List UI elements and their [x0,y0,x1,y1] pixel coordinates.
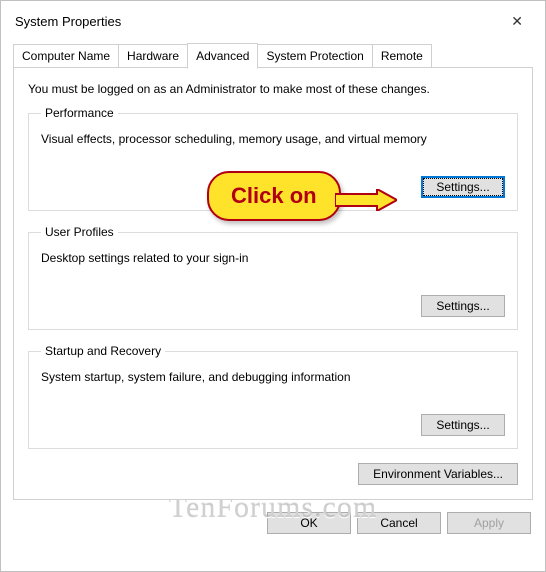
apply-button[interactable]: Apply [447,512,531,534]
group-user-profiles: User Profiles Desktop settings related t… [28,225,518,330]
environment-variables-button[interactable]: Environment Variables... [358,463,518,485]
startup-recovery-settings-button[interactable]: Settings... [421,414,505,436]
user-profiles-settings-button[interactable]: Settings... [421,295,505,317]
annotation-callout: Click on [207,171,341,221]
group-performance-legend: Performance [41,106,118,120]
group-startup-recovery-legend: Startup and Recovery [41,344,165,358]
tab-remote[interactable]: Remote [372,44,432,68]
tab-hardware[interactable]: Hardware [118,44,188,68]
tab-computer-name[interactable]: Computer Name [13,44,119,68]
tab-strip: Computer Name Hardware Advanced System P… [13,42,533,68]
tab-system-protection[interactable]: System Protection [257,44,372,68]
cancel-button[interactable]: Cancel [357,512,441,534]
group-user-profiles-desc: Desktop settings related to your sign-in [41,251,505,265]
group-startup-recovery: Startup and Recovery System startup, sys… [28,344,518,449]
tab-panel-advanced: You must be logged on as an Administrato… [13,67,533,500]
performance-settings-button[interactable]: Settings... [421,176,505,198]
tab-advanced[interactable]: Advanced [187,43,258,69]
admin-notice: You must be logged on as an Administrato… [28,82,518,96]
arrow-right-icon [335,189,397,211]
ok-button[interactable]: OK [267,512,351,534]
group-performance-desc: Visual effects, processor scheduling, me… [41,132,505,146]
close-icon[interactable]: ✕ [503,11,531,32]
annotation-callout-text: Click on [231,183,317,208]
window-title: System Properties [15,14,121,29]
group-startup-recovery-desc: System startup, system failure, and debu… [41,370,505,384]
group-user-profiles-legend: User Profiles [41,225,118,239]
title-bar: System Properties ✕ [5,5,541,42]
dialog-button-row: OK Cancel Apply [5,508,541,540]
